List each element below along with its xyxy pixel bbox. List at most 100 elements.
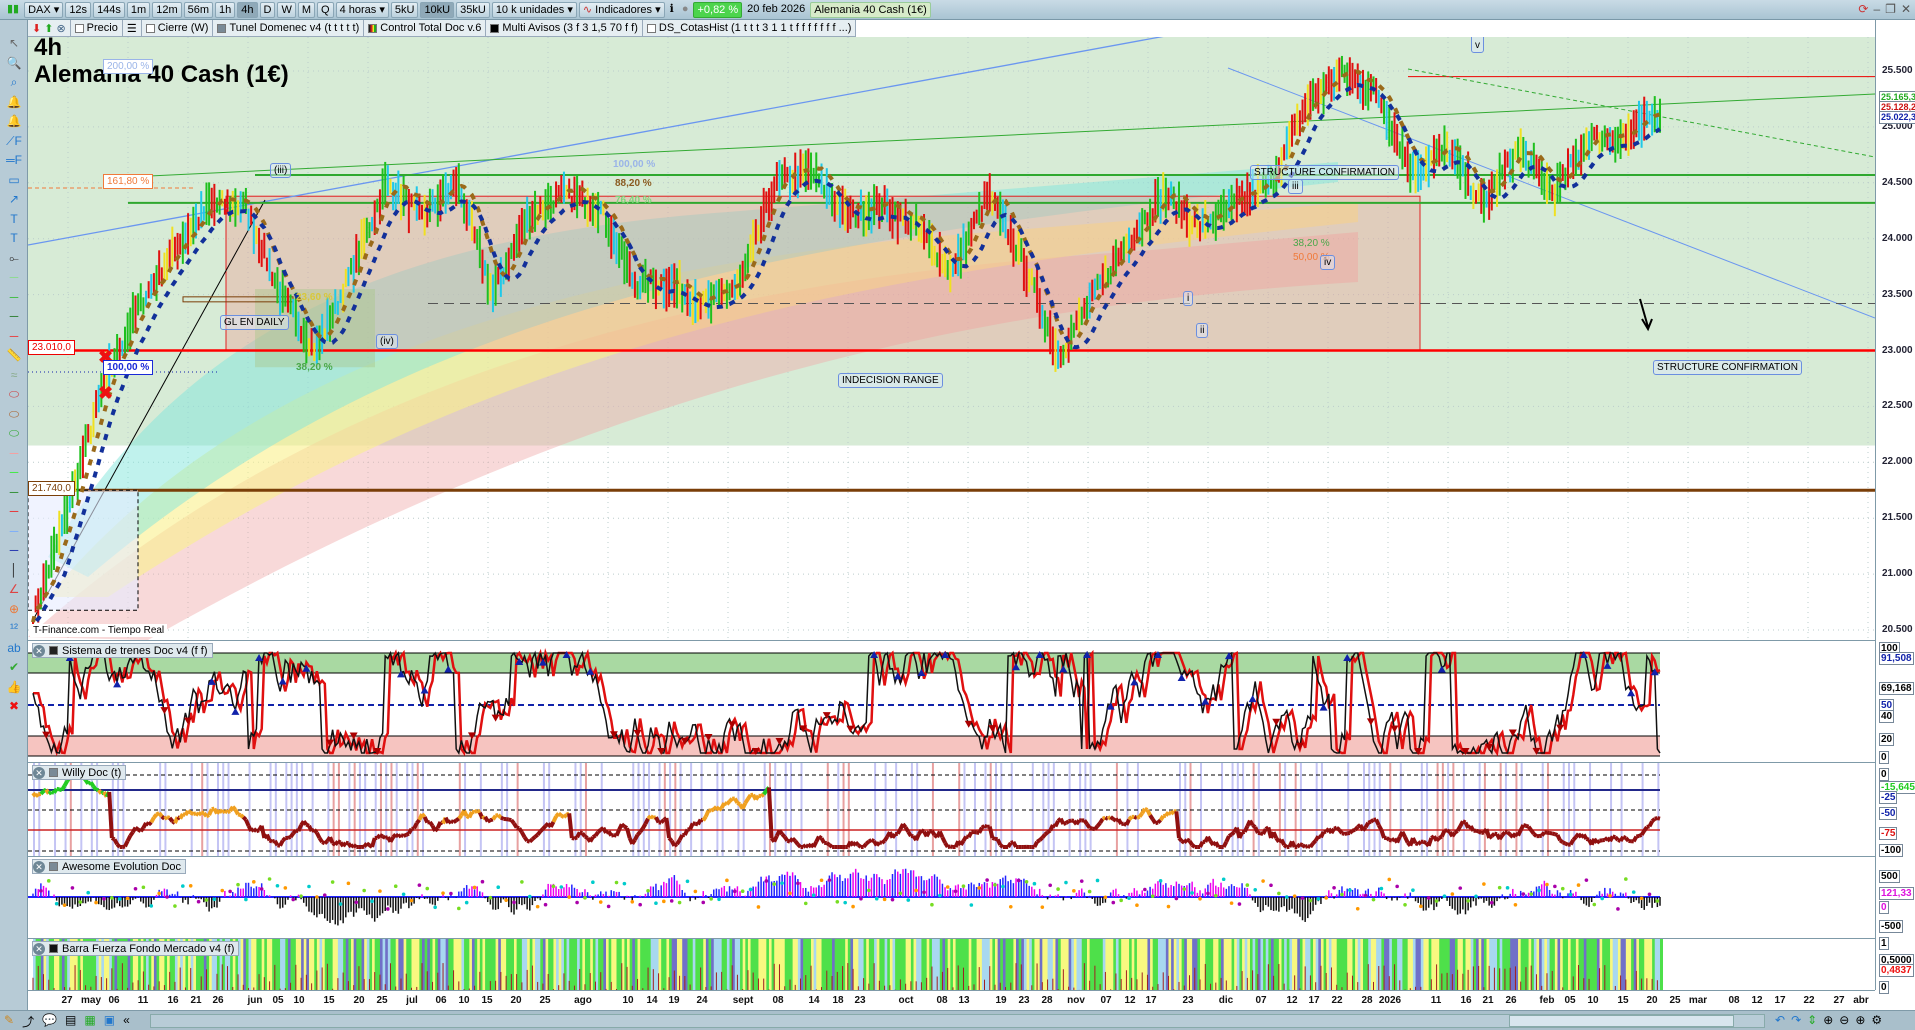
window-icon[interactable]: ▣ [104,1013,115,1030]
ellipse-red-icon[interactable]: ⬭ [3,385,25,403]
period-select[interactable]: 4 horas ▾ [335,1,389,18]
symbol-select[interactable]: DAX ▾ [24,1,64,18]
settings-icon[interactable]: ⚙ [1871,1013,1882,1027]
scroll-thumb[interactable] [1509,1015,1734,1027]
zoom-in-icon[interactable]: ⊕ [1855,1013,1865,1027]
timeframe-D[interactable]: D [259,1,276,18]
zoom-out-icon[interactable]: ⊖ [1839,1013,1849,1027]
line-navy-icon[interactable]: ─ [3,541,25,559]
timeframe-1h[interactable]: 1h [215,1,236,18]
horizontal-line-icon[interactable]: ─ [3,268,25,286]
segment-icon[interactable]: ⟜ [3,249,25,267]
timeframe-1m[interactable]: 1m [126,1,151,18]
text-icon[interactable]: T [3,210,25,228]
line-lightblue-icon[interactable]: ─ [3,522,25,540]
indicator-precio[interactable]: Precio [71,19,123,37]
compare-icon[interactable]: ▦ [84,1013,95,1030]
willy-line [516,825,520,831]
alert-icon[interactable]: 🔔 [3,112,25,130]
willy-line [1120,821,1125,827]
indicator-cotashist[interactable]: DS_CotasHist (1 t t t 3 1 1 t f f f f f … [643,19,857,37]
autoscale-icon[interactable]: ⇕ [1807,1013,1817,1027]
willy-line [1647,820,1654,828]
close-indicators-icon[interactable]: ⊗ [56,22,65,35]
timeframe-144s[interactable]: 144s [93,1,125,18]
line-green-icon[interactable]: ─ [3,483,25,501]
unit-35kU[interactable]: 35kU [456,1,490,18]
unit-10kU[interactable]: 10kU [420,1,455,18]
undo-icon[interactable]: ↶ [1775,1013,1785,1027]
line-lime-icon[interactable]: ─ [3,463,25,481]
remove-indicator-icon[interactable]: ⬇ [32,22,41,35]
zoom-fit-icon[interactable]: ⊕ [1823,1013,1833,1027]
timeframe-Q[interactable]: Q [317,1,334,18]
draw-icon[interactable]: ✎ [4,1013,14,1030]
strength-bar [1184,939,1188,990]
alert-add-icon[interactable]: 🔔 [3,93,25,111]
pointer-icon[interactable]: ↖ [3,34,25,52]
ellipse-green-icon[interactable]: ⬭ [3,424,25,442]
ruler-icon[interactable]: 📏 [3,346,25,364]
price-chart[interactable]: ✖ ✖ 4h Alemania 40 Cash (1€) 200,00 % 161… [28,37,1875,640]
horizontal-scrollbar[interactable] [150,1014,1765,1028]
horizontal-line-dark-icon[interactable]: ─ [3,307,25,325]
delete-icon[interactable]: ✖ [3,697,25,715]
line-icon[interactable]: ↗ [3,190,25,208]
indicator-multi-avisos[interactable]: Multi Avisos (3 f 3 1,5 70 f f) [486,19,643,37]
check-icon[interactable]: ✔ [3,658,25,676]
close-panel-icon[interactable]: ✕ [33,766,45,779]
timeframe-12s[interactable]: 12s [65,1,92,18]
text-box-icon[interactable]: T [3,229,25,247]
elliott-count-icon[interactable]: ¹² [3,619,25,637]
close-panel-icon[interactable]: ✕ [33,860,45,873]
zoom-area-icon[interactable]: ⌕ [3,73,25,91]
timeframe-4h[interactable]: 4h [237,1,258,18]
checkbox[interactable] [74,23,84,33]
price-axis[interactable]: 25.500 25.000 24.500 24.000 23.500 23.000 22.5… [1875,20,1915,994]
checkbox[interactable] [145,23,155,33]
restore-icon[interactable]: ❐ [1885,2,1896,16]
refresh-icon[interactable]: ⟳ [1858,2,1868,16]
ellipse-brown-icon[interactable]: ⬭ [3,405,25,423]
share-icon[interactable]: ⤴ [22,1013,34,1030]
line-pink-icon[interactable]: ─ [3,444,25,462]
angle-icon[interactable]: ∠ [3,580,25,598]
indicator-tunel[interactable]: Tunel Domenec v4 (t t t t t) [213,19,365,37]
line-red-icon[interactable]: ─ [3,502,25,520]
collapse-icon[interactable]: « [123,1013,130,1030]
info-icon[interactable]: ℹ [667,2,677,18]
timeframe-56m[interactable]: 56m [183,1,214,18]
willy-line [457,814,463,820]
zoom-icon[interactable]: 🔍 [3,54,25,72]
circle-add-icon[interactable]: ⊕ [3,600,25,618]
abc-count-icon[interactable]: ab [3,639,25,657]
date-axis[interactable]: 27 may 06 11 16 21 26 jun 05 10 15 20 25 jul 06 10 15 20 2… [28,990,1875,1010]
units-select[interactable]: 10 k unidades ▾ [491,1,577,18]
close-icon[interactable]: ✕ [1901,2,1911,16]
band-icon[interactable]: ≈ [3,366,25,384]
vertical-line-icon[interactable]: │ [3,561,25,579]
indicators-button[interactable]: ∿ Indicadores ▾ [578,1,665,18]
add-indicator-icon[interactable]: ⬆ [44,22,53,35]
horizontal-line-green-icon[interactable]: ─ [3,288,25,306]
timeframe-M[interactable]: M [297,1,316,18]
minimize-icon[interactable]: – [1873,2,1880,16]
list-icon[interactable]: ☰ [123,19,142,37]
timeframe-12m[interactable]: 12m [152,1,182,18]
chat-icon[interactable]: 💬 [42,1013,57,1030]
checkbox[interactable] [646,23,656,33]
redo-icon[interactable]: ↷ [1791,1013,1801,1027]
fibonacci-fan-icon[interactable]: ⟋F [3,132,25,150]
indicator-cierre[interactable]: Cierre (W) [142,19,214,37]
fibonacci-level-icon[interactable]: ═F [3,151,25,169]
indicator-control-total[interactable]: Control Total Doc v.6 [364,19,487,37]
unit-5kU[interactable]: 5kU [390,1,419,18]
chart-type-icon[interactable]: ▮▮ [4,2,22,18]
report-icon[interactable]: ▤ [65,1013,76,1030]
close-panel-icon[interactable]: ✕ [33,644,45,657]
thumbs-up-icon[interactable]: 👍 [3,678,25,696]
horizontal-line-red-icon[interactable]: ─ [3,327,25,345]
close-panel-icon[interactable]: ✕ [33,942,45,955]
timeframe-W[interactable]: W [277,1,296,18]
rectangle-icon[interactable]: ▭ [3,171,25,189]
